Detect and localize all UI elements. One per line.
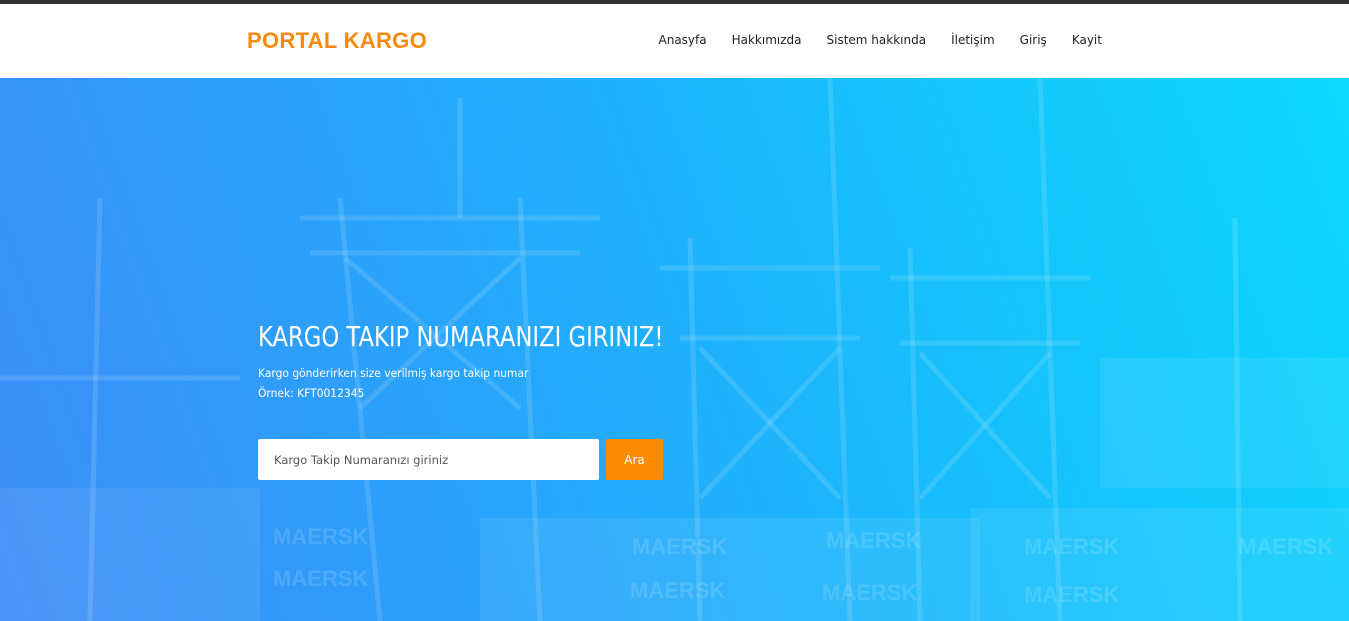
maersk-watermark: MAERSK <box>632 534 727 559</box>
maersk-watermark: MAERSK <box>1238 534 1333 559</box>
nav-link-register[interactable]: Kayit <box>1059 33 1114 47</box>
nav-link-about[interactable]: Hakkımızda <box>719 33 814 47</box>
port-cranes-background-image: MAERSK MAERSK MAERSK MAERSK MAERSK MAERSK MAER… <box>0 78 1349 621</box>
nav-link-home[interactable]: Anasyfa <box>646 33 719 47</box>
brand-logo[interactable]: PORTAL KARGO <box>247 28 427 54</box>
tracking-number-input[interactable] <box>258 439 599 480</box>
maersk-watermark: MAERSK <box>822 580 917 605</box>
nav-link-system[interactable]: Sistem hakkında <box>814 33 939 47</box>
maersk-watermark: MAERSK <box>273 524 368 549</box>
hero-section: MAERSK MAERSK MAERSK MAERSK MAERSK MAERSK MAER… <box>0 78 1349 621</box>
hero-title: KARGO TAKIP NUMARANIZI GIRINIZ! <box>258 320 664 353</box>
maersk-watermark: MAERSK <box>1024 582 1119 607</box>
hero-description: Kargo gönderirken size verilmiş kargo ta… <box>258 366 529 380</box>
nav-link-contact[interactable]: İletişim <box>939 33 1008 47</box>
navbar: PORTAL KARGO Anasyfa Hakkımızda Sistem h… <box>0 4 1349 78</box>
maersk-watermark: MAERSK <box>273 566 368 591</box>
nav-link-login[interactable]: Giriş <box>1007 33 1059 47</box>
maersk-watermark: MAERSK <box>630 578 725 603</box>
main-nav: Anasyfa Hakkımızda Sistem hakkında İleti… <box>646 33 1114 47</box>
hero-example-text: Örnek: KFT0012345 <box>258 386 365 400</box>
search-button[interactable]: Ara <box>606 439 663 480</box>
maersk-watermark: MAERSK <box>1024 534 1119 559</box>
maersk-watermark: MAERSK <box>826 528 921 553</box>
